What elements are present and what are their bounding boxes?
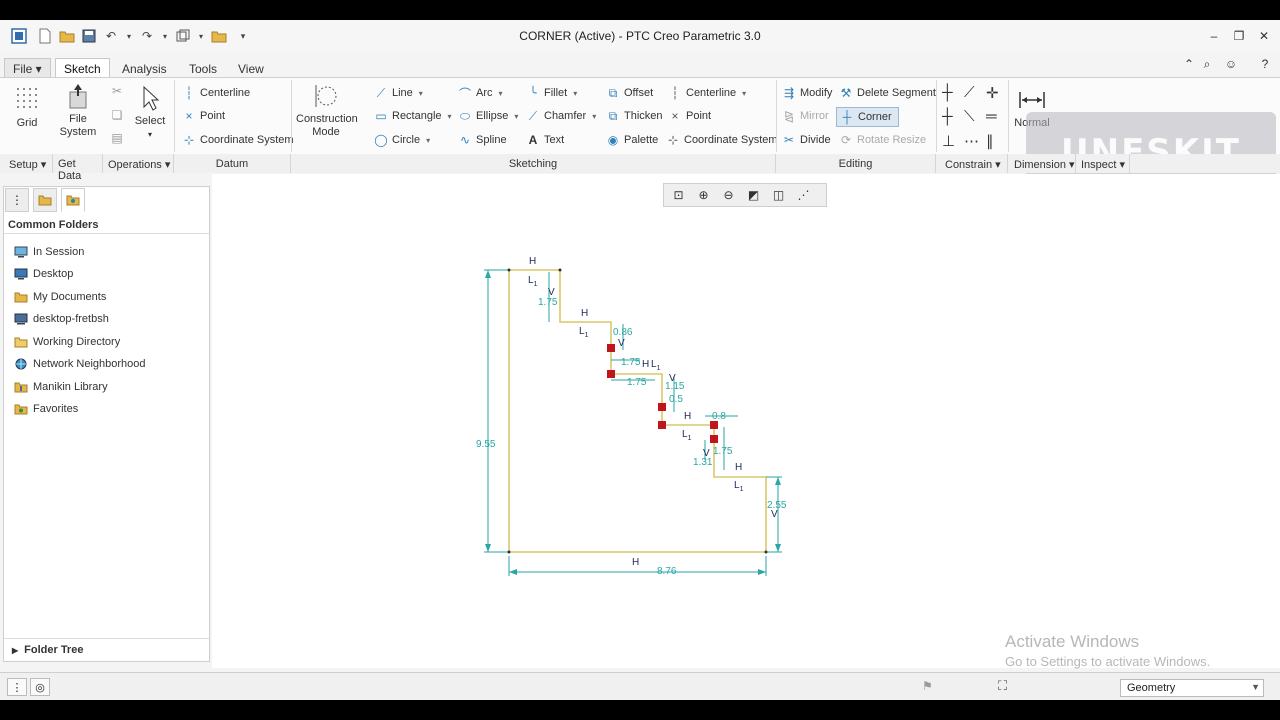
folder-my-documents[interactable]: My Documents [14, 289, 106, 305]
computer-icon [14, 313, 28, 325]
dim-step2-v[interactable]: 0.86 [613, 327, 632, 338]
constraint-l1[interactable]: L1 [528, 275, 537, 288]
folder-tree-toggle[interactable]: ▶ Folder Tree [4, 638, 209, 660]
dim-step3-v2[interactable]: 0.5 [669, 394, 683, 405]
dim-step1-v[interactable]: 1.75 [538, 297, 557, 308]
creo-window: ↶ ▾ ↷ ▾ ▾ ▾ CORNER (Active) - PTC Creo P… [0, 20, 1280, 700]
dim-step4-h[interactable]: 0.8 [712, 411, 726, 422]
selection-filter-dropdown[interactable]: Geometry ▼ [1120, 679, 1264, 697]
dim-step4-v[interactable]: 1.75 [713, 446, 732, 457]
constraint-v[interactable]: V [771, 509, 778, 520]
constraint-h[interactable]: H [529, 256, 536, 267]
folder-working-directory[interactable]: Working Directory [14, 334, 120, 350]
dimension-arrowheads [485, 270, 781, 575]
folder-desktop-fretbsh[interactable]: desktop-fretbsh [14, 311, 109, 327]
model-tree-tab-icon[interactable]: ⋮ [5, 188, 29, 212]
dim-step2-h2[interactable]: 1.75 [627, 377, 646, 388]
constraint-v[interactable]: V [618, 338, 625, 349]
find-icon[interactable]: ⛶ [998, 678, 1007, 694]
constraint-l1[interactable]: L1 [579, 326, 588, 339]
show-navigator-icon[interactable]: ⋮ [7, 678, 27, 696]
common-folders-header: Common Folders [4, 216, 209, 234]
constraint-h[interactable]: H [735, 462, 742, 473]
documents-folder-icon [14, 292, 28, 303]
folder-network-neighborhood[interactable]: Network Neighborhood [14, 356, 146, 372]
constraint-l1[interactable]: L1 [734, 480, 743, 493]
constraint-l1[interactable]: L1 [682, 429, 691, 442]
status-bar: ⋮ ◎ ⚑ ⛶ Geometry ▼ [0, 672, 1280, 700]
activate-line-2: Go to Settings to activate Windows. [1005, 654, 1211, 669]
dim-step2-h[interactable]: 1.75 [621, 357, 640, 368]
favorites-tab-icon[interactable] [61, 188, 85, 212]
constraint-h[interactable]: H [642, 359, 649, 370]
dimension-lines [484, 269, 782, 576]
network-icon [15, 358, 27, 370]
flag-icon[interactable]: ⚑ [922, 679, 933, 693]
dim-height-total[interactable]: 9.55 [476, 439, 495, 450]
folder-in-session[interactable]: In Session [14, 244, 84, 260]
chevron-down-icon: ▼ [1251, 682, 1260, 692]
expand-triangle-icon: ▶ [12, 646, 19, 655]
folder-manikin-library[interactable]: Manikin Library [14, 379, 108, 395]
folder-browser-tab-icon[interactable] [33, 188, 57, 212]
constraint-h[interactable]: H [581, 308, 588, 319]
constraint-h[interactable]: H [632, 557, 639, 568]
monitor-icon [14, 246, 28, 258]
constraint-l1[interactable]: L1 [651, 359, 660, 372]
dim-width-total[interactable]: 8.76 [657, 566, 676, 577]
favorites-icon [14, 404, 28, 415]
activate-windows-notice: Activate Windows Go to Settings to activ… [1005, 632, 1210, 669]
navigator-tabs: ⋮ [3, 186, 93, 212]
constraint-h[interactable]: H [684, 411, 691, 422]
library-icon [14, 382, 28, 393]
desktop-icon [14, 268, 28, 280]
folder-icon [14, 337, 28, 348]
constraint-v[interactable]: V [669, 373, 676, 384]
folder-desktop[interactable]: Desktop [14, 266, 73, 282]
constraint-v[interactable]: V [548, 287, 555, 298]
show-browser-icon[interactable]: ◎ [30, 678, 50, 696]
activate-line-1: Activate Windows [1005, 632, 1140, 651]
profile-outline[interactable] [508, 269, 767, 553]
endpoint-markers [507, 268, 768, 554]
folder-favorites[interactable]: Favorites [14, 401, 78, 417]
constraint-v[interactable]: V [703, 448, 710, 459]
